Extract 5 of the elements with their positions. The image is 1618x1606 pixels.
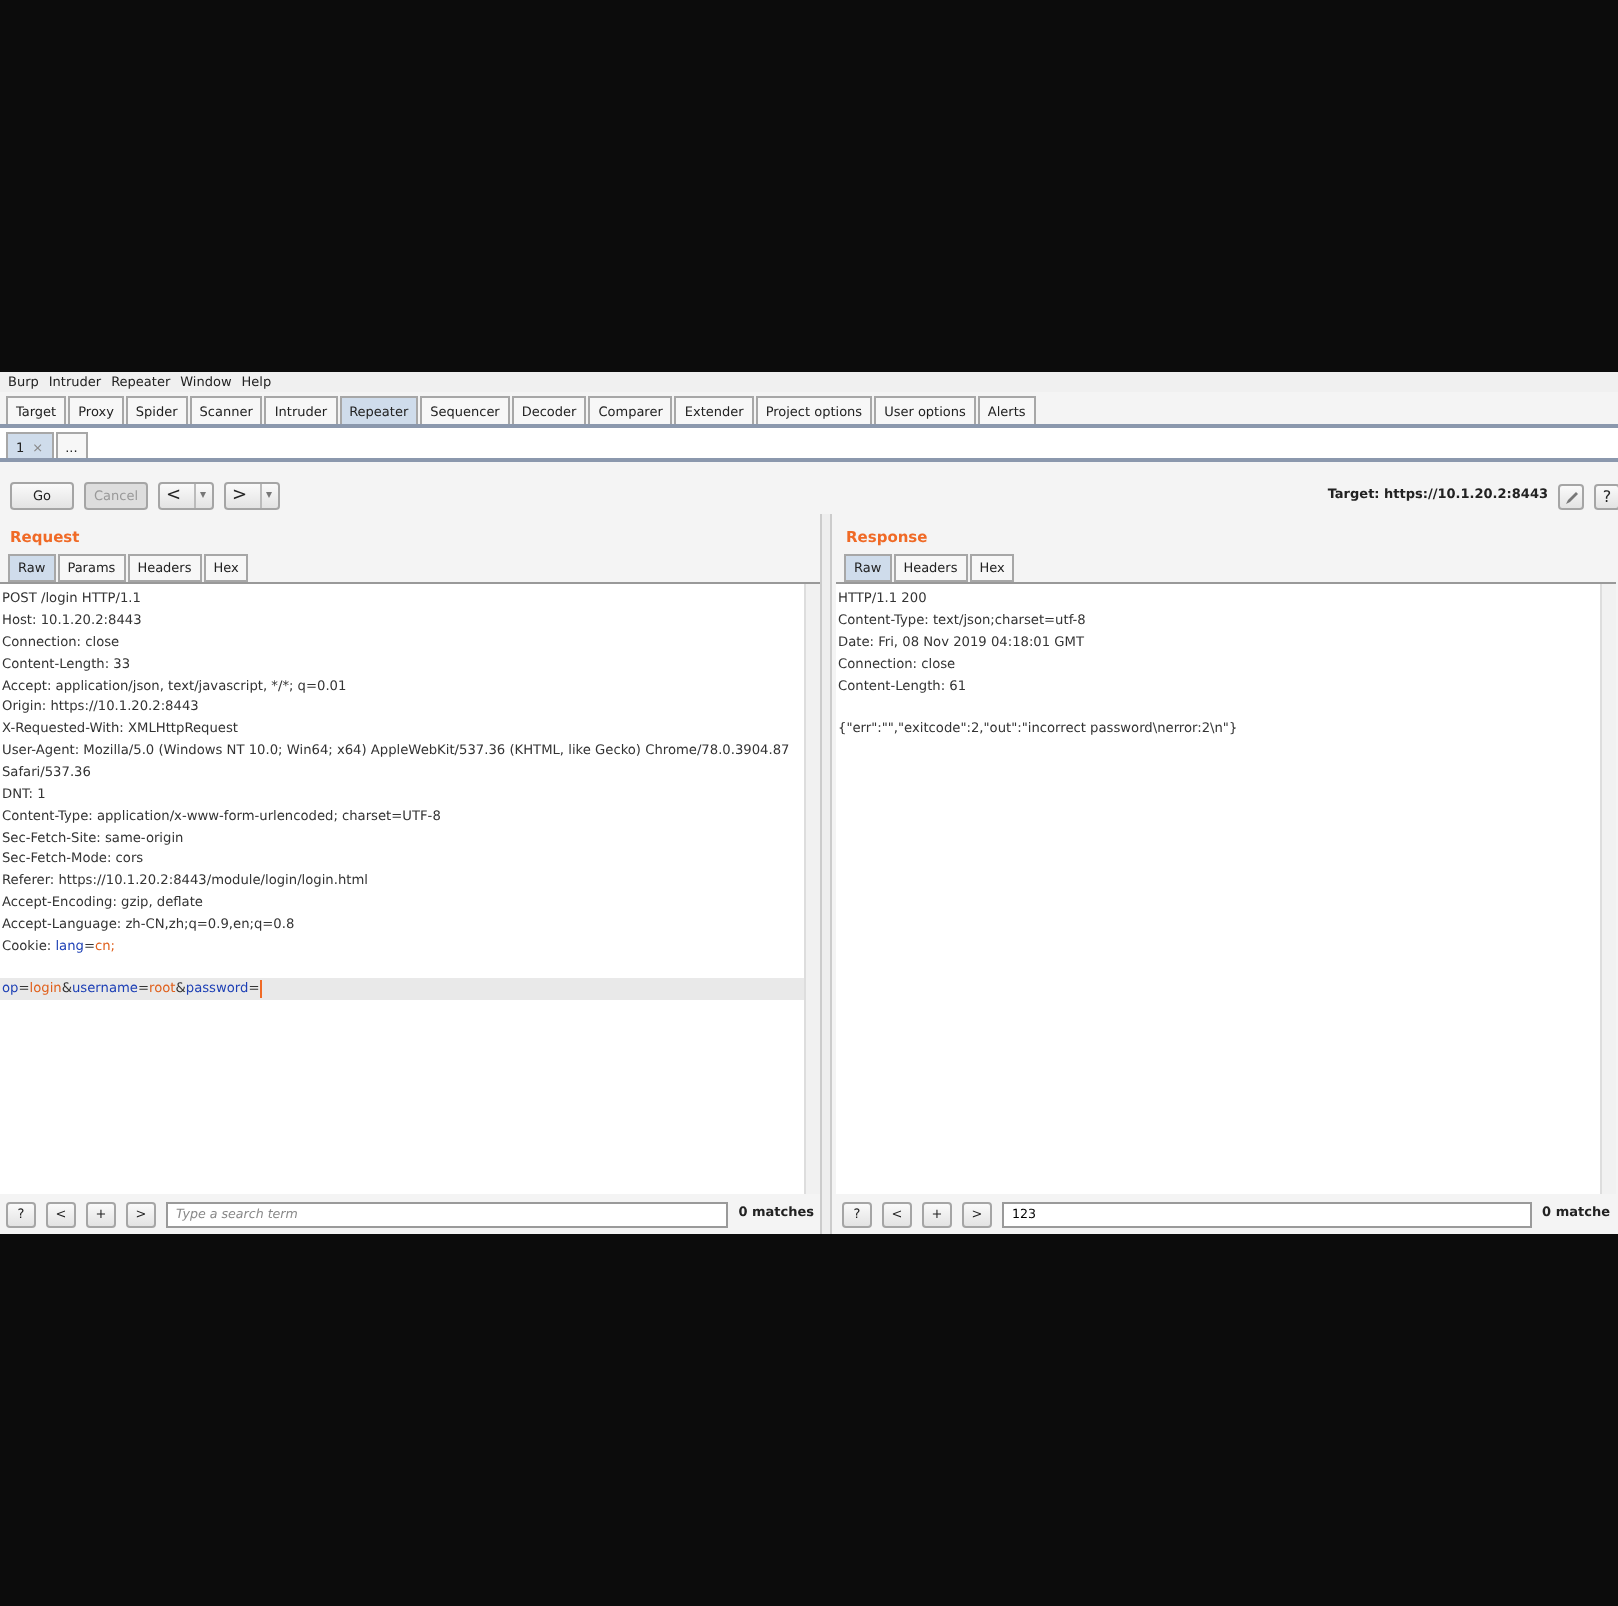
help-button[interactable]: ?	[1594, 483, 1618, 509]
scrollbar[interactable]	[804, 584, 820, 1194]
pencil-icon	[1563, 489, 1579, 506]
edit-button[interactable]	[1558, 483, 1584, 509]
text-cursor	[259, 980, 263, 999]
